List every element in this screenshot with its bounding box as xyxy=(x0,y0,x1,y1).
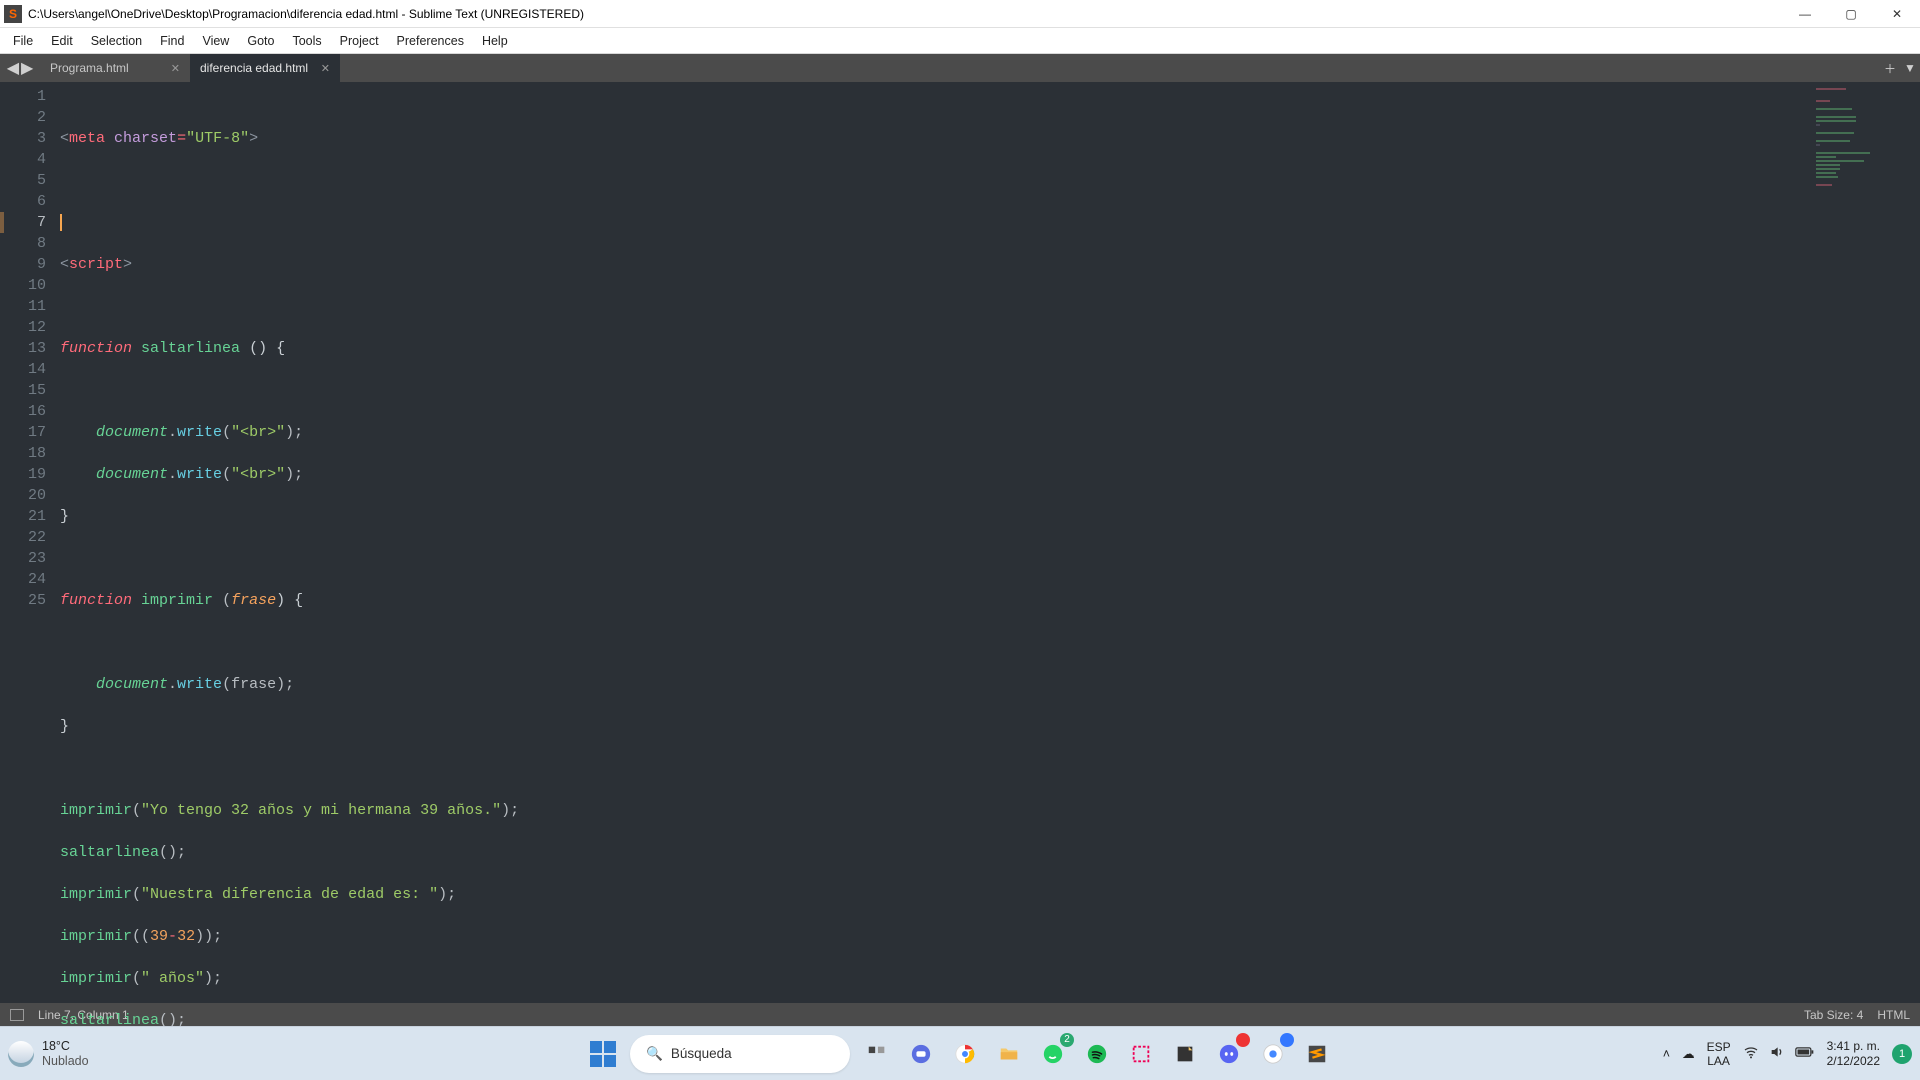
menu-project[interactable]: Project xyxy=(331,31,388,51)
spotify-icon[interactable] xyxy=(1080,1037,1114,1071)
app-icon: S xyxy=(4,5,22,23)
notification-badge[interactable]: 1 xyxy=(1892,1044,1912,1064)
menu-preferences[interactable]: Preferences xyxy=(388,31,473,51)
weather-icon xyxy=(8,1041,34,1067)
menu-goto[interactable]: Goto xyxy=(238,31,283,51)
search-placeholder: Búsqueda xyxy=(671,1046,732,1061)
system-tray: ˄ ☁ ESP LAA 3:41 p. m. 2/12/2022 1 xyxy=(1663,1039,1912,1069)
nav-fwd-icon: ▶ xyxy=(21,58,33,78)
menu-edit[interactable]: Edit xyxy=(42,31,82,51)
nav-back-icon: ◀ xyxy=(7,58,19,78)
tab-label: Programa.html xyxy=(50,61,129,75)
discord-badge xyxy=(1236,1033,1250,1047)
snipping-tool-icon[interactable] xyxy=(1124,1037,1158,1071)
menu-tools[interactable]: Tools xyxy=(283,31,330,51)
browser-beta-icon[interactable] xyxy=(1256,1037,1290,1071)
volume-icon[interactable] xyxy=(1769,1044,1785,1063)
editor-area[interactable]: 1234567891011121314151617181920212223242… xyxy=(0,82,1920,1003)
window-titlebar: S C:\Users\angel\OneDrive\Desktop\Progra… xyxy=(0,0,1920,28)
tab-label: diferencia edad.html xyxy=(200,61,308,75)
discord-icon[interactable] xyxy=(1212,1037,1246,1071)
tab-close-icon[interactable]: ✕ xyxy=(321,62,330,75)
lang-layout: LAA xyxy=(1707,1054,1730,1068)
taskbar-search[interactable]: 🔍 Búsqueda xyxy=(630,1035,850,1073)
new-tab-button[interactable]: ＋ xyxy=(1880,54,1900,82)
lang-code: ESP xyxy=(1707,1040,1731,1054)
whatsapp-icon[interactable]: 2 xyxy=(1036,1037,1070,1071)
taskbar-center: 🔍 Búsqueda 2 xyxy=(586,1035,1334,1073)
minimap[interactable] xyxy=(1810,82,1920,1003)
weather-temp: 18°C xyxy=(42,1039,89,1054)
minimize-button[interactable]: — xyxy=(1782,0,1828,28)
tray-chevron-icon[interactable]: ˄ xyxy=(1663,1047,1670,1061)
code-content[interactable]: <meta charset="UTF-8"> <script> function… xyxy=(60,82,1920,1003)
sidebar-toggle-icon[interactable] xyxy=(10,1009,24,1021)
menu-find[interactable]: Find xyxy=(151,31,193,51)
windows-taskbar: 18°C Nublado 🔍 Búsqueda 2 xyxy=(0,1026,1920,1080)
menu-help[interactable]: Help xyxy=(473,31,517,51)
menu-bar: File Edit Selection Find View Goto Tools… xyxy=(0,28,1920,54)
line-gutter: 1234567891011121314151617181920212223242… xyxy=(0,82,60,1003)
chat-app-icon[interactable] xyxy=(904,1037,938,1071)
tab-close-icon[interactable]: ✕ xyxy=(171,62,180,75)
menu-file[interactable]: File xyxy=(4,31,42,51)
search-icon: 🔍 xyxy=(646,1046,663,1062)
menu-view[interactable]: View xyxy=(193,31,238,51)
weather-cond: Nublado xyxy=(42,1054,89,1069)
battery-icon[interactable] xyxy=(1795,1045,1815,1062)
chrome-icon[interactable] xyxy=(948,1037,982,1071)
clock-time: 3:41 p. m. xyxy=(1827,1039,1880,1054)
tab-dropdown-button[interactable]: ▼ xyxy=(1900,54,1920,82)
tab-programa[interactable]: Programa.html ✕ xyxy=(40,54,190,82)
language-indicator[interactable]: ESP LAA xyxy=(1707,1040,1731,1068)
start-button[interactable] xyxy=(586,1037,620,1071)
clock-date: 2/12/2022 xyxy=(1827,1054,1880,1069)
tab-diferencia-edad[interactable]: diferencia edad.html ✕ xyxy=(190,54,340,82)
gutter-current-line-marker xyxy=(0,212,4,233)
menu-selection[interactable]: Selection xyxy=(82,31,151,51)
whatsapp-badge: 2 xyxy=(1060,1033,1074,1047)
onedrive-icon[interactable]: ☁ xyxy=(1682,1046,1695,1061)
window-title: C:\Users\angel\OneDrive\Desktop\Programa… xyxy=(28,7,584,21)
sublime-taskbar-icon[interactable] xyxy=(1300,1037,1334,1071)
text-cursor xyxy=(60,214,62,231)
tab-nav-arrows[interactable]: ◀ ▶ xyxy=(0,54,40,82)
maximize-button[interactable]: ▢ xyxy=(1828,0,1874,28)
tab-bar: ◀ ▶ Programa.html ✕ diferencia edad.html… xyxy=(0,54,1920,82)
close-button[interactable]: ✕ xyxy=(1874,0,1920,28)
browser-badge xyxy=(1280,1033,1294,1047)
task-view-button[interactable] xyxy=(860,1037,894,1071)
wifi-icon[interactable] xyxy=(1743,1044,1759,1063)
clock[interactable]: 3:41 p. m. 2/12/2022 xyxy=(1827,1039,1880,1069)
weather-widget[interactable]: 18°C Nublado xyxy=(8,1039,89,1069)
file-explorer-icon[interactable] xyxy=(992,1037,1026,1071)
sticky-notes-icon[interactable] xyxy=(1168,1037,1202,1071)
